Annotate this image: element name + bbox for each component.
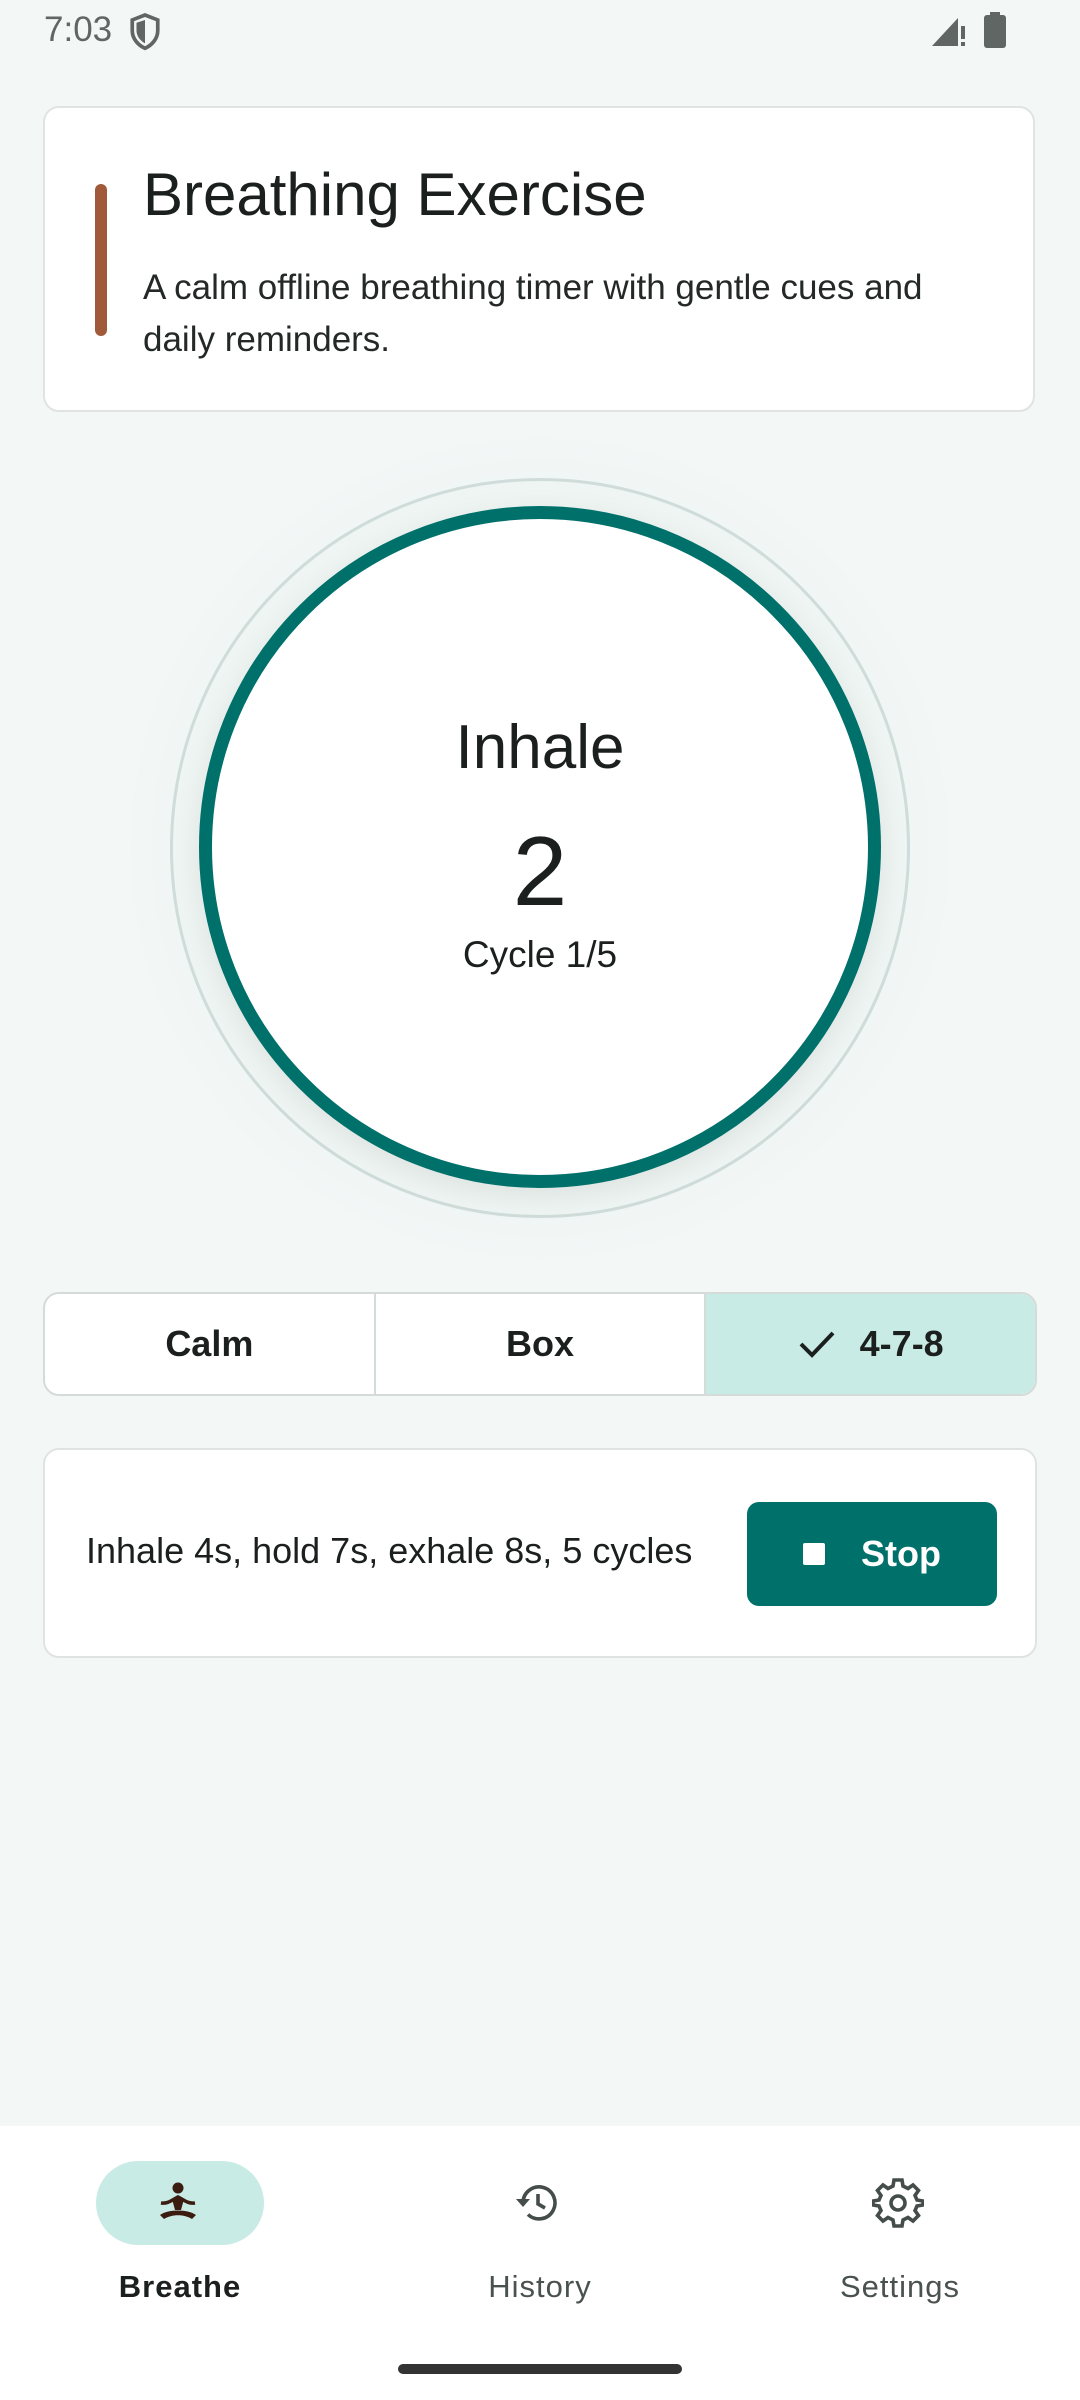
meditation-icon (160, 2182, 196, 2219)
nav-label-breathe: Breathe (118, 2269, 242, 2304)
nav-item-breathe[interactable]: Breathe (72, 2161, 312, 2321)
header-card: Breathing Exercise A calm offline breath… (43, 106, 1035, 412)
session-description: Inhale 4s, hold 7s, exhale 8s, 5 cycles (86, 1530, 693, 1571)
stop-button[interactable]: Stop (747, 1502, 997, 1606)
pattern-label: Box (506, 1323, 575, 1364)
accent-bar (95, 184, 107, 336)
nav-item-settings[interactable]: Settings (792, 2161, 1032, 2321)
pattern-label: 4-7-8 (859, 1323, 944, 1364)
stop-label: Stop (861, 1533, 941, 1574)
nav-item-history[interactable]: History (432, 2161, 672, 2321)
page-title: Breathing Exercise (143, 161, 647, 228)
nav-label-history: History (488, 2269, 592, 2304)
pattern-calm[interactable]: Calm (45, 1294, 374, 1394)
gear-icon (872, 2178, 924, 2228)
pattern-478[interactable]: 4-7-8 (704, 1294, 1035, 1394)
check-icon (799, 1331, 835, 1358)
cycle-label: Cycle 1/5 (462, 934, 618, 975)
session-card: Inhale 4s, hold 7s, exhale 8s, 5 cycles … (43, 1448, 1037, 1658)
battery-icon (984, 12, 1006, 48)
signal-icon (932, 18, 965, 46)
pattern-box[interactable]: Box (373, 1294, 705, 1394)
bottom-navigation: Breathe History Settings (0, 2126, 1080, 2400)
phase-label: Inhale (455, 713, 625, 782)
shield-icon (130, 13, 160, 51)
home-indicator[interactable] (398, 2364, 682, 2374)
page-subtitle: A calm offline breathing timer with gent… (143, 268, 923, 359)
countdown-number: 2 (512, 816, 568, 926)
pattern-label: Calm (165, 1323, 254, 1364)
stop-icon (803, 1543, 825, 1565)
nav-label-settings: Settings (839, 2269, 960, 2304)
history-icon (516, 2185, 557, 2221)
pattern-selector: Calm Box 4-7-8 (43, 1292, 1037, 1396)
status-time: 7:03 (44, 10, 113, 49)
